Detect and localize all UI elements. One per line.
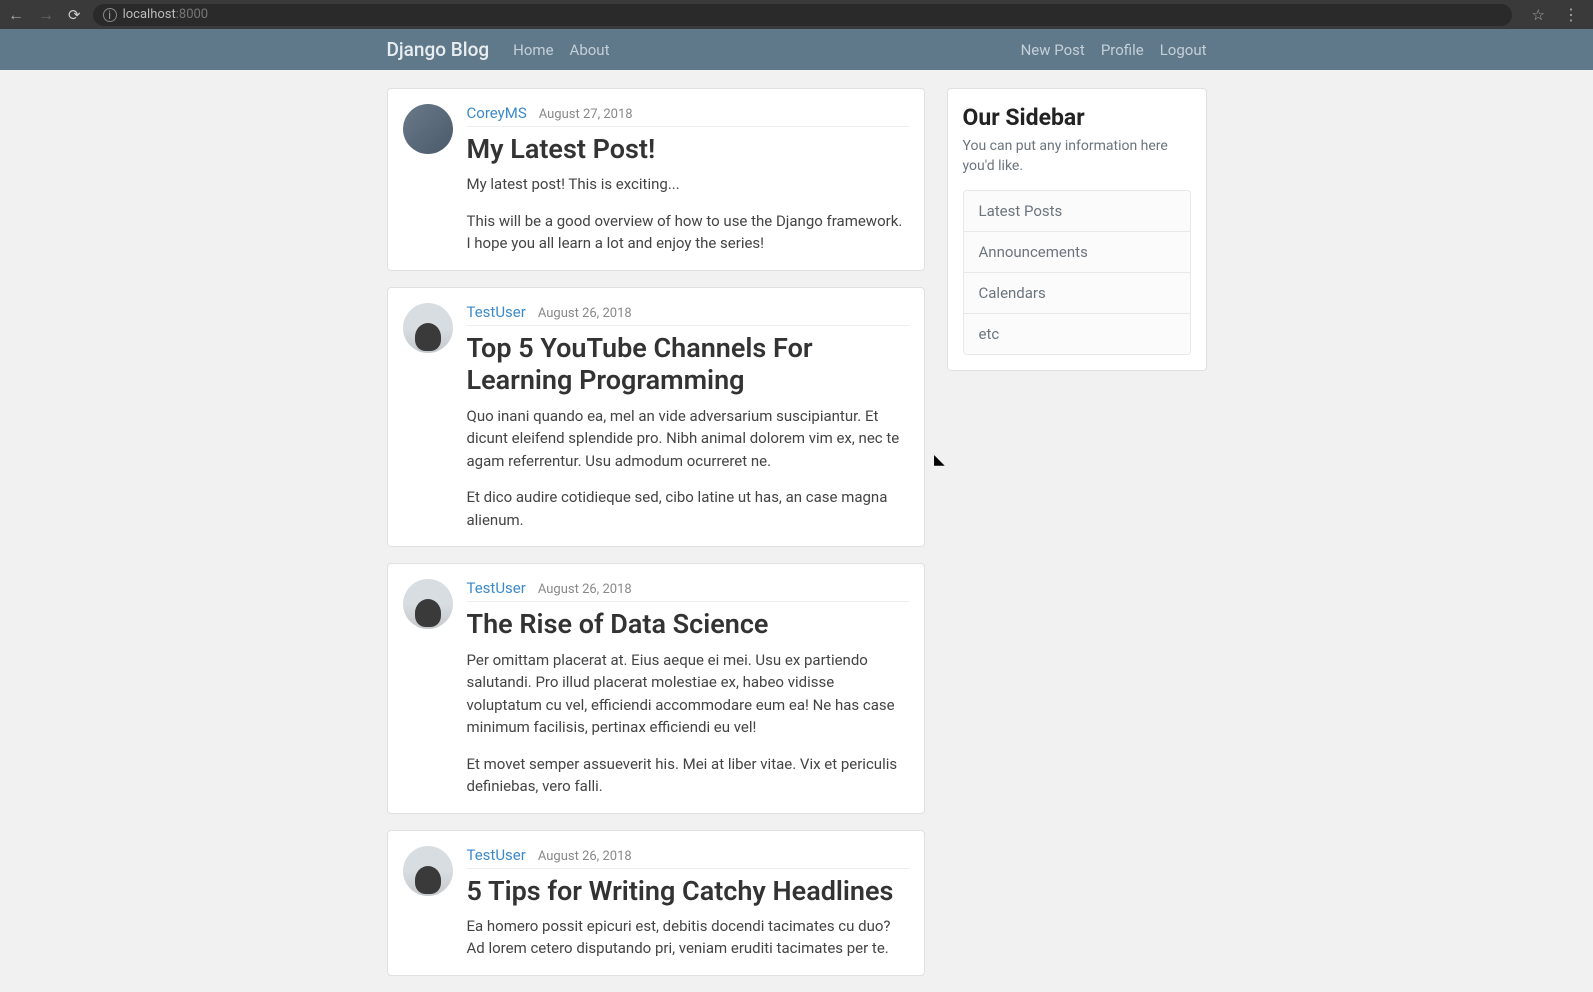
author-link[interactable]: TestUser [467, 303, 526, 321]
sidebar-item[interactable]: etc [964, 314, 1190, 354]
sidebar-title: Our Sidebar [963, 104, 1191, 131]
post-article: TestUser August 26, 2018 Top 5 YouTube Cha… [387, 287, 925, 547]
site-info-icon[interactable]: i [103, 8, 117, 22]
url-bar[interactable]: i localhost:8000 [93, 4, 1512, 26]
article-paragraph: Per omittam placerat at. Eius aeque ei m… [467, 649, 909, 739]
post-date: August 26, 2018 [538, 849, 632, 864]
nav-new-post[interactable]: New Post [1021, 41, 1085, 59]
article-meta: CoreyMS August 27, 2018 [467, 104, 909, 127]
nav-left: Django Blog Home About [387, 38, 610, 61]
article-paragraph: Ea homero possit epicuri est, debitis do… [467, 915, 909, 960]
article-content: Ea homero possit epicuri est, debitis do… [467, 915, 909, 960]
avatar[interactable] [403, 104, 453, 154]
chrome-menu-icon[interactable]: ⋮ [1557, 5, 1585, 24]
url-text: localhost:8000 [123, 7, 209, 22]
post-date: August 26, 2018 [538, 582, 632, 597]
article-content: Quo inani quando ea, mel an vide adversa… [467, 405, 909, 532]
article-paragraph: My latest post! This is exciting... [467, 173, 909, 196]
article-paragraph: Et dico audire cotidieque sed, cibo lati… [467, 486, 909, 531]
article-title[interactable]: My Latest Post! [467, 133, 909, 165]
post-date: August 27, 2018 [539, 107, 633, 122]
avatar[interactable] [403, 846, 453, 896]
nav-about[interactable]: About [570, 41, 610, 59]
article-body: TestUser August 26, 2018 Top 5 YouTube Cha… [467, 303, 909, 531]
article-paragraph: This will be a good overview of how to u… [467, 210, 909, 255]
article-title[interactable]: 5 Tips for Writing Catchy Headlines [467, 875, 909, 907]
article-content: Per omittam placerat at. Eius aeque ei m… [467, 649, 909, 798]
navbar: Django Blog Home About New Post Profile … [0, 29, 1593, 70]
author-link[interactable]: CoreyMS [467, 104, 527, 122]
article-paragraph: Et movet semper assueverit his. Mei at l… [467, 753, 909, 798]
side-column: Our Sidebar You can put any information … [947, 88, 1207, 992]
article-body: TestUser August 26, 2018 The Rise of Data … [467, 579, 909, 797]
reload-button[interactable]: ⟳ [68, 6, 81, 24]
article-title[interactable]: The Rise of Data Science [467, 608, 909, 640]
article-paragraph: Quo inani quando ea, mel an vide adversa… [467, 405, 909, 473]
sidebar-desc: You can put any information here you'd l… [963, 137, 1191, 176]
sidebar-box: Our Sidebar You can put any information … [947, 88, 1207, 371]
author-link[interactable]: TestUser [467, 846, 526, 864]
nav-logout[interactable]: Logout [1160, 41, 1207, 59]
main-column: CoreyMS August 27, 2018 My Latest Post! My … [387, 88, 925, 992]
article-body: TestUser August 26, 2018 5 Tips for Writin… [467, 846, 909, 960]
sidebar-item[interactable]: Latest Posts [964, 191, 1190, 232]
sidebar-item[interactable]: Calendars [964, 273, 1190, 314]
avatar[interactable] [403, 303, 453, 353]
post-date: August 26, 2018 [538, 306, 632, 321]
nav-right: New Post Profile Logout [1021, 41, 1207, 59]
avatar[interactable] [403, 579, 453, 629]
article-body: CoreyMS August 27, 2018 My Latest Post! My … [467, 104, 909, 255]
article-title[interactable]: Top 5 YouTube Channels For Learning Prog… [467, 332, 909, 397]
sidebar-item[interactable]: Announcements [964, 232, 1190, 273]
main-container: CoreyMS August 27, 2018 My Latest Post! My … [387, 88, 1207, 992]
brand[interactable]: Django Blog [387, 38, 490, 61]
browser-nav-buttons: ← → ⟳ [8, 5, 81, 25]
bookmark-star-icon[interactable]: ☆ [1532, 6, 1545, 24]
article-content: My latest post! This is exciting... This … [467, 173, 909, 255]
author-link[interactable]: TestUser [467, 579, 526, 597]
nav-home[interactable]: Home [513, 41, 553, 59]
post-article: TestUser August 26, 2018 The Rise of Data … [387, 563, 925, 813]
article-meta: TestUser August 26, 2018 [467, 846, 909, 869]
back-button[interactable]: ← [8, 5, 24, 25]
article-meta: TestUser August 26, 2018 [467, 303, 909, 326]
browser-chrome: ← → ⟳ i localhost:8000 ☆ ⋮ [0, 0, 1593, 29]
forward-button[interactable]: → [38, 5, 54, 25]
nav-profile[interactable]: Profile [1101, 41, 1144, 59]
article-meta: TestUser August 26, 2018 [467, 579, 909, 602]
sidebar-list: Latest PostsAnnouncementsCalendarsetc [963, 190, 1191, 355]
post-article: TestUser August 26, 2018 5 Tips for Writin… [387, 830, 925, 976]
post-article: CoreyMS August 27, 2018 My Latest Post! My … [387, 88, 925, 271]
